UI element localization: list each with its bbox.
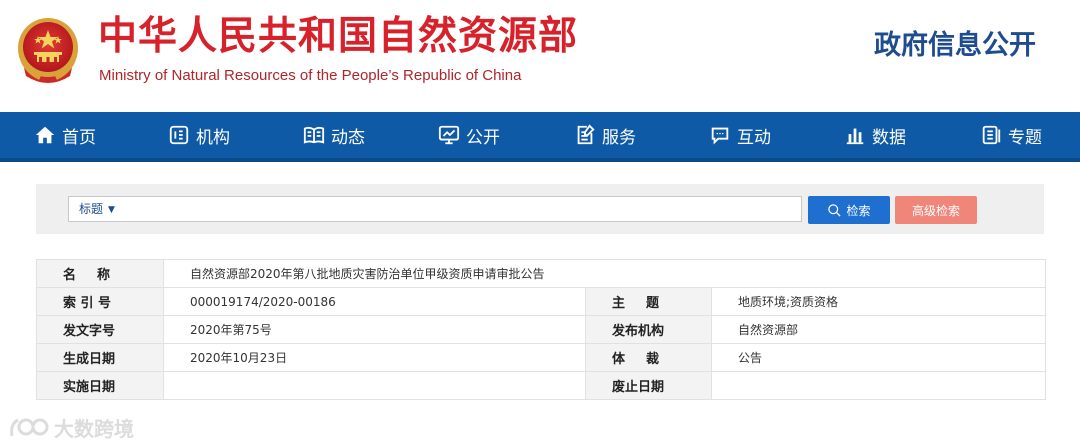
search-icon [828, 203, 842, 217]
nav-item-label: 机构 [196, 127, 230, 148]
nav-item-label: 公开 [466, 127, 500, 148]
table-row: 生成日期 2020年10月23日 体 裁 公告 [36, 343, 1047, 372]
search-button[interactable]: 检索 [808, 196, 890, 224]
section-title[interactable]: 政府信息公开 [874, 28, 1036, 64]
subject-label: 主 题 [585, 287, 712, 316]
name-label: 名 称 [36, 259, 164, 288]
advanced-search-button-label: 高级检索 [911, 203, 960, 218]
effective-date-value [163, 371, 586, 400]
nav-item-label: 服务 [602, 127, 636, 148]
home-icon [35, 126, 55, 144]
chat-icon [711, 127, 729, 145]
issuer-label: 发布机构 [585, 315, 712, 344]
document-info-table: 名 称 自然资源部2020年第八批地质灾害防治单位甲级资质申请审批公告 索 引 … [36, 259, 1047, 400]
effective-date-label: 实施日期 [36, 371, 164, 400]
topic-icon [982, 125, 1001, 145]
nav-item-label: 互动 [737, 127, 771, 148]
created-date-label: 生成日期 [36, 343, 164, 372]
index-value: 000019174/2020-00186 [163, 287, 586, 316]
nav-item-home[interactable]: 首页 [34, 112, 96, 158]
search-button-label: 检索 [846, 203, 871, 218]
caret-down-icon: ▼ [108, 205, 115, 215]
table-row: 发文字号 2020年第75号 发布机构 自然资源部 [36, 315, 1047, 344]
nav-item-interaction[interactable]: 互动 [709, 112, 771, 158]
expiry-date-label: 废止日期 [585, 371, 712, 400]
nav-item-label: 动态 [331, 127, 365, 148]
nav-item-label: 数据 [872, 127, 906, 148]
bar-chart-icon [846, 128, 864, 145]
genre-label: 体 裁 [585, 343, 712, 372]
doc-number-label: 发文字号 [36, 315, 164, 344]
site-title[interactable]: 中华人民共和国自然资源部 [98, 14, 578, 60]
site-subtitle-english: Ministry of Natural Resources of the Peo… [99, 67, 522, 84]
document-edit-icon [577, 124, 595, 145]
main-navigation: 首页 机构 动态 公开 服务 互动 数据 专题 [0, 112, 1080, 162]
nav-item-label: 专题 [1008, 127, 1042, 148]
watermark-text: 大数跨境 [54, 416, 134, 441]
search-bar: 标题 ▼ 检索 高级检索 [36, 184, 1044, 234]
national-emblem-icon[interactable] [10, 10, 86, 90]
book-icon [303, 126, 325, 144]
monitor-icon [438, 125, 460, 145]
genre-value: 公告 [710, 343, 1047, 372]
nav-item-topics[interactable]: 专题 [980, 112, 1042, 158]
table-row: 索 引 号 000019174/2020-00186 主 题 地质环境;资质资格 [36, 287, 1047, 316]
nav-item-label: 首页 [62, 127, 96, 148]
search-field-select[interactable]: 标题 ▼ [79, 197, 115, 221]
search-input[interactable] [129, 198, 789, 220]
doc-number-value: 2020年第75号 [163, 315, 586, 344]
search-field-select-label: 标题 [79, 202, 104, 216]
organization-icon [169, 125, 189, 145]
index-label: 索 引 号 [36, 287, 164, 316]
site-header: 中华人民共和国自然资源部 Ministry of Natural Resourc… [0, 0, 1080, 112]
watermark-logo-icon [10, 418, 49, 437]
nav-item-public[interactable]: 公开 [438, 112, 500, 158]
subject-value: 地质环境;资质资格 [710, 287, 1047, 316]
nav-item-data[interactable]: 数据 [844, 112, 906, 158]
issuer-value: 自然资源部 [710, 315, 1047, 344]
expiry-date-value [710, 371, 1047, 400]
nav-item-news[interactable]: 动态 [303, 112, 365, 158]
nav-item-organization[interactable]: 机构 [168, 112, 230, 158]
advanced-search-button[interactable]: 高级检索 [895, 196, 977, 224]
nav-item-service[interactable]: 服务 [574, 112, 636, 158]
table-row: 实施日期 废止日期 [36, 371, 1047, 400]
search-field-container: 标题 ▼ [68, 196, 802, 222]
table-row: 名 称 自然资源部2020年第八批地质灾害防治单位甲级资质申请审批公告 [36, 259, 1047, 288]
created-date-value: 2020年10月23日 [163, 343, 586, 372]
watermark: 大数跨境 [8, 412, 134, 442]
name-value: 自然资源部2020年第八批地质灾害防治单位甲级资质申请审批公告 [162, 259, 1047, 288]
